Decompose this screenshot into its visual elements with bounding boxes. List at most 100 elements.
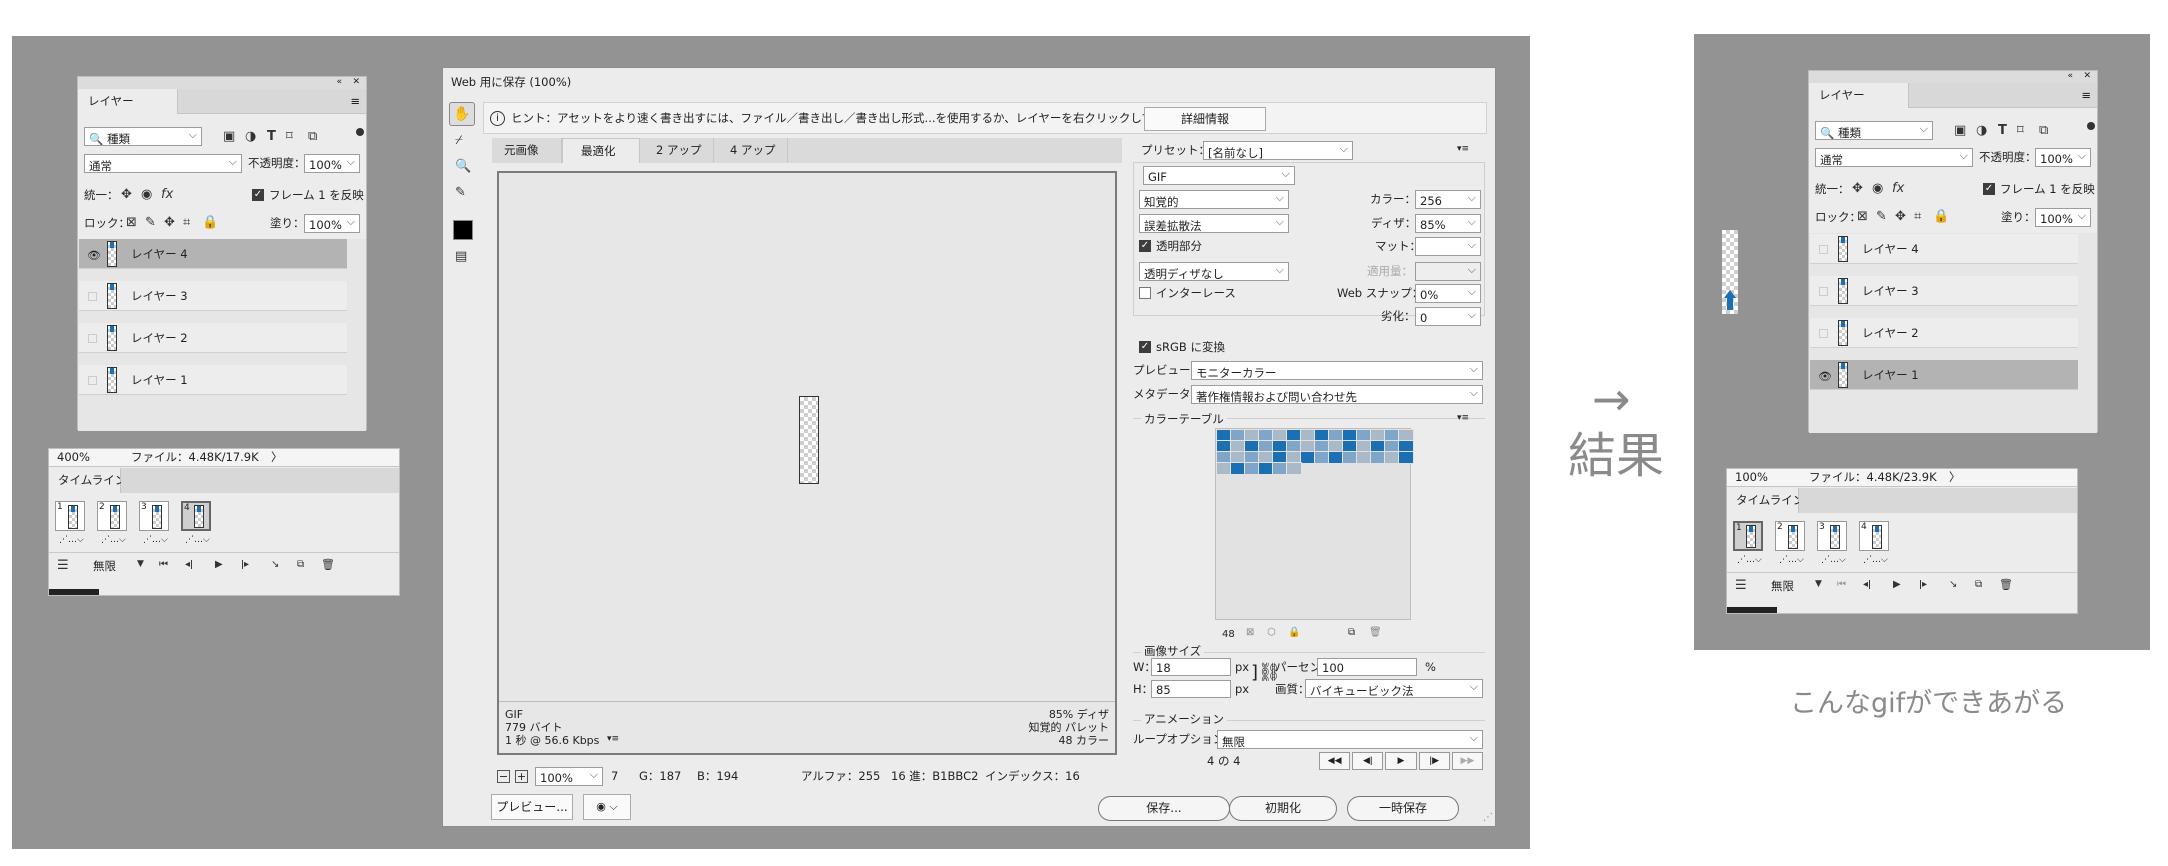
matte-dropdown[interactable]: [1415, 237, 1481, 256]
color-swatch[interactable]: [1342, 451, 1358, 464]
lock-all-icon[interactable]: 🔒: [202, 216, 218, 229]
prev-frame-icon[interactable]: ◂ǀ: [1863, 580, 1871, 590]
collapse-icon[interactable]: «: [2067, 72, 2073, 81]
layer-row[interactable]: レイヤー 3: [1810, 276, 2078, 306]
visibility-toggle[interactable]: [1819, 329, 1828, 338]
color-swatch[interactable]: [1216, 462, 1232, 475]
browser-select-dropdown[interactable]: ◉ ⌵: [583, 794, 631, 820]
image-filter-icon[interactable]: ▣: [1954, 124, 1966, 137]
preview-button[interactable]: プレビュー...: [491, 794, 573, 820]
eyedropper-color-swatch[interactable]: [453, 220, 473, 240]
layer-row[interactable]: レイヤー 4: [1810, 234, 2078, 264]
lock-artboard-icon[interactable]: ⌗: [1914, 210, 1921, 223]
color-swatch[interactable]: [1314, 440, 1330, 453]
color-swatch[interactable]: [1258, 451, 1274, 464]
color-swatch[interactable]: [1272, 451, 1288, 464]
web-shift-icon[interactable]: ⬡: [1267, 628, 1276, 638]
websnap-field[interactable]: 0%: [1415, 284, 1481, 303]
color-swatch[interactable]: [1230, 462, 1246, 475]
type-filter-icon[interactable]: T: [267, 130, 276, 143]
close-icon[interactable]: ✕: [2083, 72, 2091, 81]
tween-icon[interactable]: ↘: [271, 560, 279, 570]
filter-toggle-icon[interactable]: [2087, 122, 2095, 130]
eye-icon[interactable]: 👁: [87, 249, 101, 262]
prev-frame-icon[interactable]: ◀ǀ: [1352, 752, 1384, 770]
layer-row[interactable]: 👁 レイヤー 1: [1810, 360, 2078, 390]
layer-row[interactable]: レイヤー 2: [79, 323, 347, 353]
optimize-menu-icon[interactable]: ▾≡: [1457, 145, 1469, 154]
layer-name[interactable]: レイヤー 2: [131, 332, 188, 345]
layer-name[interactable]: レイヤー 3: [1862, 285, 1919, 298]
color-swatch[interactable]: [1328, 440, 1344, 453]
tab-timeline[interactable]: タイムライン: [1736, 494, 1804, 507]
color-swatch[interactable]: [1230, 429, 1246, 442]
color-swatch[interactable]: [1272, 440, 1288, 453]
timeline-frame[interactable]: 3: [139, 501, 169, 531]
duplicate-frame-icon[interactable]: ⧉: [297, 560, 304, 570]
quality-dropdown[interactable]: バイキュービック法: [1305, 679, 1483, 698]
metadata-dropdown[interactable]: 著作権情報および問い合わせ先: [1191, 385, 1483, 404]
loop-option[interactable]: 無限: [1771, 580, 1794, 593]
shape-filter-icon[interactable]: ⌑: [2017, 124, 2024, 137]
preview-color-dropdown[interactable]: モニターカラー: [1191, 361, 1483, 380]
visibility-toggle[interactable]: [88, 334, 97, 343]
tab-optimized[interactable]: 最適化: [581, 145, 616, 158]
unify-position-icon[interactable]: ✥: [121, 188, 132, 201]
collapse-icon[interactable]: «: [336, 78, 342, 87]
format-dropdown[interactable]: GIF: [1143, 166, 1295, 185]
zoom-tool-icon[interactable]: 🔍: [455, 160, 471, 173]
lock-position-icon[interactable]: ✥: [1895, 210, 1906, 223]
delete-frame-icon[interactable]: 🗑: [321, 559, 335, 570]
lock-transparent-icon[interactable]: ⊠: [1857, 210, 1868, 223]
color-swatch[interactable]: [1258, 462, 1274, 475]
color-swatch[interactable]: [1342, 440, 1358, 453]
lock-image-icon[interactable]: ✎: [145, 216, 156, 229]
frame-delay[interactable]: ⋰…⌵: [1821, 556, 1846, 565]
status-arrow-icon[interactable]: 〉: [1949, 471, 1961, 484]
type-filter-icon[interactable]: T: [1998, 124, 2007, 137]
color-swatch[interactable]: [1216, 451, 1232, 464]
color-swatch[interactable]: [1216, 440, 1232, 453]
visibility-toggle[interactable]: [88, 292, 97, 301]
reduction-dropdown[interactable]: 知覚的: [1139, 190, 1289, 209]
timeline-frame[interactable]: 2: [1775, 521, 1805, 551]
dither-algorithm-dropdown[interactable]: 誤差拡散法: [1139, 214, 1289, 233]
unify-style-icon[interactable]: fx: [161, 188, 173, 201]
color-swatch[interactable]: [1258, 429, 1274, 442]
timeline-frame[interactable]: 4: [1859, 521, 1889, 551]
resize-grip-icon[interactable]: ⋰: [1483, 813, 1493, 823]
color-swatch[interactable]: [1314, 451, 1330, 464]
unify-position-icon[interactable]: ✥: [1852, 182, 1863, 195]
zoom-dropdown[interactable]: 100%: [535, 767, 603, 786]
tween-icon[interactable]: ↘: [1949, 580, 1957, 590]
tab-4up[interactable]: 4 アップ: [730, 144, 775, 157]
layer-name[interactable]: レイヤー 2: [1862, 327, 1919, 340]
eyedropper-tool-icon[interactable]: ✎: [455, 186, 466, 199]
unify-visibility-icon[interactable]: ◉: [141, 188, 152, 201]
percent-field[interactable]: 100: [1317, 658, 1417, 676]
srgb-checkbox[interactable]: ✓: [1139, 341, 1151, 353]
layer-name[interactable]: レイヤー 4: [131, 248, 188, 261]
frame-delay[interactable]: ⋰…⌵: [1863, 556, 1888, 565]
panel-menu-icon[interactable]: ≡: [350, 95, 360, 108]
propagate-checkbox[interactable]: ✓: [252, 189, 264, 201]
first-frame-icon[interactable]: ⏮: [1837, 580, 1846, 590]
color-swatch[interactable]: [1300, 451, 1316, 464]
status-arrow-icon[interactable]: 〉: [271, 451, 283, 464]
slice-select-tool-icon[interactable]: ⌿: [455, 134, 463, 147]
color-swatch[interactable]: [1384, 440, 1400, 453]
color-swatch[interactable]: [1342, 429, 1358, 442]
next-frame-icon[interactable]: ǀ▸: [1919, 580, 1927, 590]
visibility-toggle[interactable]: [1819, 287, 1828, 296]
panel-titlebar[interactable]: « ✕: [78, 77, 366, 89]
panel-menu-icon[interactable]: ≡: [2081, 89, 2091, 102]
last-frame-icon[interactable]: ▶▶: [1451, 752, 1484, 770]
lock-position-icon[interactable]: ✥: [164, 216, 175, 229]
duplicate-frame-icon[interactable]: ⧉: [1975, 580, 1982, 590]
color-table[interactable]: [1215, 428, 1414, 620]
color-swatch[interactable]: [1328, 429, 1344, 442]
done-button[interactable]: 一時保存: [1347, 796, 1459, 821]
frame-delay[interactable]: ⋰…⌵: [143, 536, 168, 545]
more-info-button[interactable]: 詳細情報: [1144, 107, 1266, 131]
new-color-icon[interactable]: ⧉: [1348, 628, 1355, 638]
